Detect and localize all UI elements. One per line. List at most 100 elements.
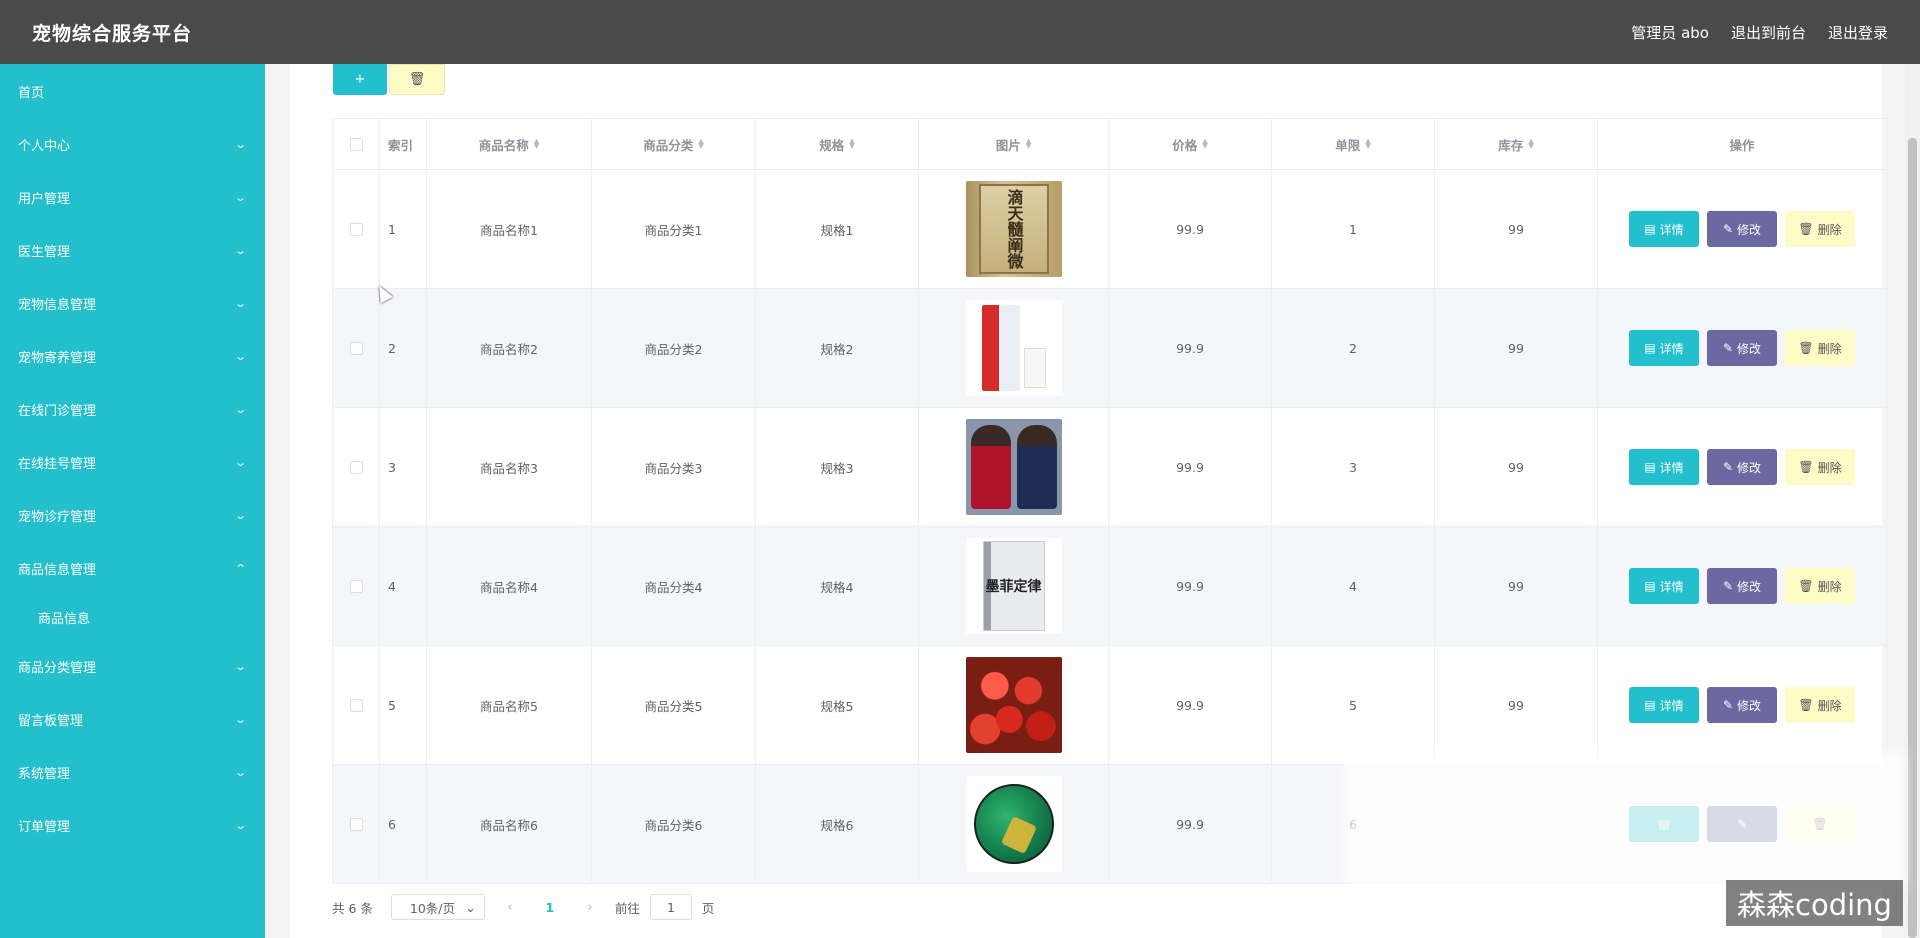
sidebar-item-online-registration[interactable]: 在线挂号管理 ⌄: [0, 436, 265, 489]
sidebar-subitem-product-info[interactable]: 商品信息: [0, 595, 265, 640]
sort-icon[interactable]: ▲ ▼: [1365, 138, 1370, 150]
sort-icon[interactable]: ▲ ▼: [698, 138, 703, 150]
document-icon: ▤: [1644, 698, 1656, 712]
prev-page-icon[interactable]: ‹: [495, 900, 525, 915]
chevron-up-icon: ⌃: [233, 562, 247, 575]
column-header-label: 单限: [1335, 137, 1361, 153]
cell-category: 商品分类2: [592, 289, 756, 407]
delete-button[interactable]: 🗑 删除: [1785, 449, 1855, 485]
chevron-down-icon: ⌄: [233, 138, 247, 151]
delete-button[interactable]: 🗑 删除: [1785, 568, 1855, 604]
row-checkbox[interactable]: [349, 579, 363, 593]
page-size-select[interactable]: 10条/页 ⌄: [390, 894, 485, 920]
sort-icon[interactable]: ▲ ▼: [1202, 138, 1207, 150]
product-image-dresses[interactable]: [965, 419, 1062, 515]
column-header-index: 索引: [380, 119, 427, 169]
row-checkbox[interactable]: [349, 222, 363, 236]
edit-button[interactable]: ✎ 修改: [1707, 330, 1777, 366]
product-image-milk[interactable]: [965, 300, 1062, 396]
delete-button-label: 删除: [1817, 341, 1842, 356]
select-all-checkbox[interactable]: [349, 137, 363, 151]
column-header-price[interactable]: 价格 ▲ ▼: [1109, 119, 1272, 169]
cell-name: 商品名称6: [427, 765, 592, 883]
sidebar-item-pet-boarding[interactable]: 宠物寄养管理 ⌄: [0, 330, 265, 383]
column-header-label: 图片: [995, 137, 1021, 153]
goto-page-input[interactable]: [649, 894, 692, 920]
edit-button[interactable]: ✎ 修改: [1707, 568, 1777, 604]
sidebar-item-product-info[interactable]: 商品信息管理 ⌃: [0, 542, 265, 595]
sidebar-item-label: 订单管理: [18, 820, 71, 835]
column-header-limit[interactable]: 单限 ▲ ▼: [1272, 119, 1435, 169]
delete-button[interactable]: 🗑 删除: [1785, 687, 1855, 723]
detail-button[interactable]: ▤ 详情: [1629, 330, 1699, 366]
sidebar-item-pet-info[interactable]: 宠物信息管理 ⌄: [0, 277, 265, 330]
sidebar-item-label: 系统管理: [18, 767, 71, 782]
column-header-label: 价格: [1172, 137, 1198, 153]
pencil-icon: ✎: [1722, 579, 1734, 593]
detail-button[interactable]: ▤ 详情: [1629, 568, 1699, 604]
cell-ops: ▤ 详情 ✎ 修改 🗑 删除: [1598, 289, 1886, 407]
table-row: 5 商品名称5 商品分类5 规格5 99.9 5 99 ▤ 详情 ✎ 修改 🗑 删除: [333, 646, 1886, 765]
sidebar-item-home[interactable]: 首页: [0, 64, 265, 118]
sidebar-item-doctor-management[interactable]: 医生管理 ⌄: [0, 224, 265, 277]
product-image-cherries[interactable]: [965, 657, 1062, 753]
delete-button[interactable]: 🗑 删除: [1785, 211, 1855, 247]
cell-limit: 4: [1272, 527, 1435, 645]
detail-button[interactable]: ▤ 详情: [1629, 687, 1699, 723]
edit-button[interactable]: ✎ 修改: [1707, 687, 1777, 723]
sidebar-item-pet-treatment[interactable]: 宠物诊疗管理 ⌄: [0, 489, 265, 542]
admin-user-link[interactable]: 管理员 abo: [1631, 22, 1709, 43]
sidebar-item-order-management[interactable]: 订单管理 ⌄: [0, 799, 265, 852]
document-icon: ▤: [1644, 460, 1656, 474]
sidebar-item-product-category[interactable]: 商品分类管理 ⌄: [0, 640, 265, 693]
sort-icon[interactable]: ▲ ▼: [534, 138, 539, 150]
sidebar-item-message-board[interactable]: 留言板管理 ⌄: [0, 693, 265, 746]
sidebar-item-personal-center[interactable]: 个人中心 ⌄: [0, 118, 265, 171]
batch-delete-button[interactable]: 🗑: [389, 64, 445, 95]
row-checkbox[interactable]: [349, 698, 363, 712]
chevron-down-icon: ⌄: [233, 244, 247, 257]
next-page-icon[interactable]: ›: [575, 900, 605, 915]
cell-price: 99.9: [1109, 765, 1272, 883]
cell-stock: 99: [1435, 289, 1598, 407]
product-image-book[interactable]: 墨菲定律: [965, 538, 1062, 634]
row-checkbox[interactable]: [349, 460, 363, 474]
column-header-category[interactable]: 商品分类 ▲ ▼: [592, 119, 756, 169]
sort-icon[interactable]: ▲ ▼: [849, 138, 854, 150]
table-row: 2 商品名称2 商品分类2 规格2 99.9 2 99 ▤ 详情 ✎ 修改 🗑 删除: [333, 289, 1886, 408]
row-checkbox[interactable]: [349, 817, 363, 831]
product-image-book[interactable]: 滴天髓阐微: [965, 181, 1062, 277]
sidebar-item-system-management[interactable]: 系统管理 ⌄: [0, 746, 265, 799]
row-checkbox[interactable]: [349, 341, 363, 355]
logout-link[interactable]: 退出登录: [1828, 22, 1888, 43]
sidebar-item-user-management[interactable]: 用户管理 ⌄: [0, 171, 265, 224]
top-header: 宠物综合服务平台 管理员 abo 退出到前台 退出登录: [0, 0, 1920, 64]
edit-button-label: 修改: [1737, 698, 1762, 713]
delete-button[interactable]: 🗑 删除: [1785, 330, 1855, 366]
column-header-stock[interactable]: 库存 ▲ ▼: [1435, 119, 1598, 169]
edit-button-label: 修改: [1737, 341, 1762, 356]
milk-carton-shape: [981, 305, 1020, 391]
column-header-spec[interactable]: 规格 ▲ ▼: [756, 119, 919, 169]
back-to-frontend-link[interactable]: 退出到前台: [1731, 22, 1806, 43]
column-header-name[interactable]: 商品名称 ▲ ▼: [427, 119, 592, 169]
detail-button[interactable]: ▤ 详情: [1629, 211, 1699, 247]
sort-icon[interactable]: ▲ ▼: [1026, 138, 1031, 150]
sidebar-item-label: 留言板管理: [18, 714, 84, 729]
sidebar: 首页 个人中心 ⌄ 用户管理 ⌄ 医生管理 ⌄ 宠物信息管理 ⌄ 宠物寄养管理 ⌄ 在线门…: [0, 64, 265, 938]
product-image-football[interactable]: [965, 776, 1062, 872]
page-number-current[interactable]: 1: [535, 900, 565, 915]
add-button[interactable]: +: [333, 64, 387, 95]
cell-spec: 规格3: [756, 408, 919, 526]
edit-button[interactable]: ✎ 修改: [1707, 211, 1777, 247]
row-select-cell: [333, 646, 380, 764]
sort-icon[interactable]: ▲ ▼: [1528, 138, 1533, 150]
page-scrollbar[interactable]: [1905, 64, 1920, 938]
column-header-image[interactable]: 图片 ▲ ▼: [919, 119, 1109, 169]
chevron-down-icon: ⌄: [465, 899, 476, 915]
column-header-label: 商品分类: [643, 137, 694, 153]
sidebar-item-online-clinic[interactable]: 在线门诊管理 ⌄: [0, 383, 265, 436]
scrollbar-thumb[interactable]: [1908, 138, 1917, 938]
edit-button[interactable]: ✎ 修改: [1707, 449, 1777, 485]
detail-button[interactable]: ▤ 详情: [1629, 449, 1699, 485]
